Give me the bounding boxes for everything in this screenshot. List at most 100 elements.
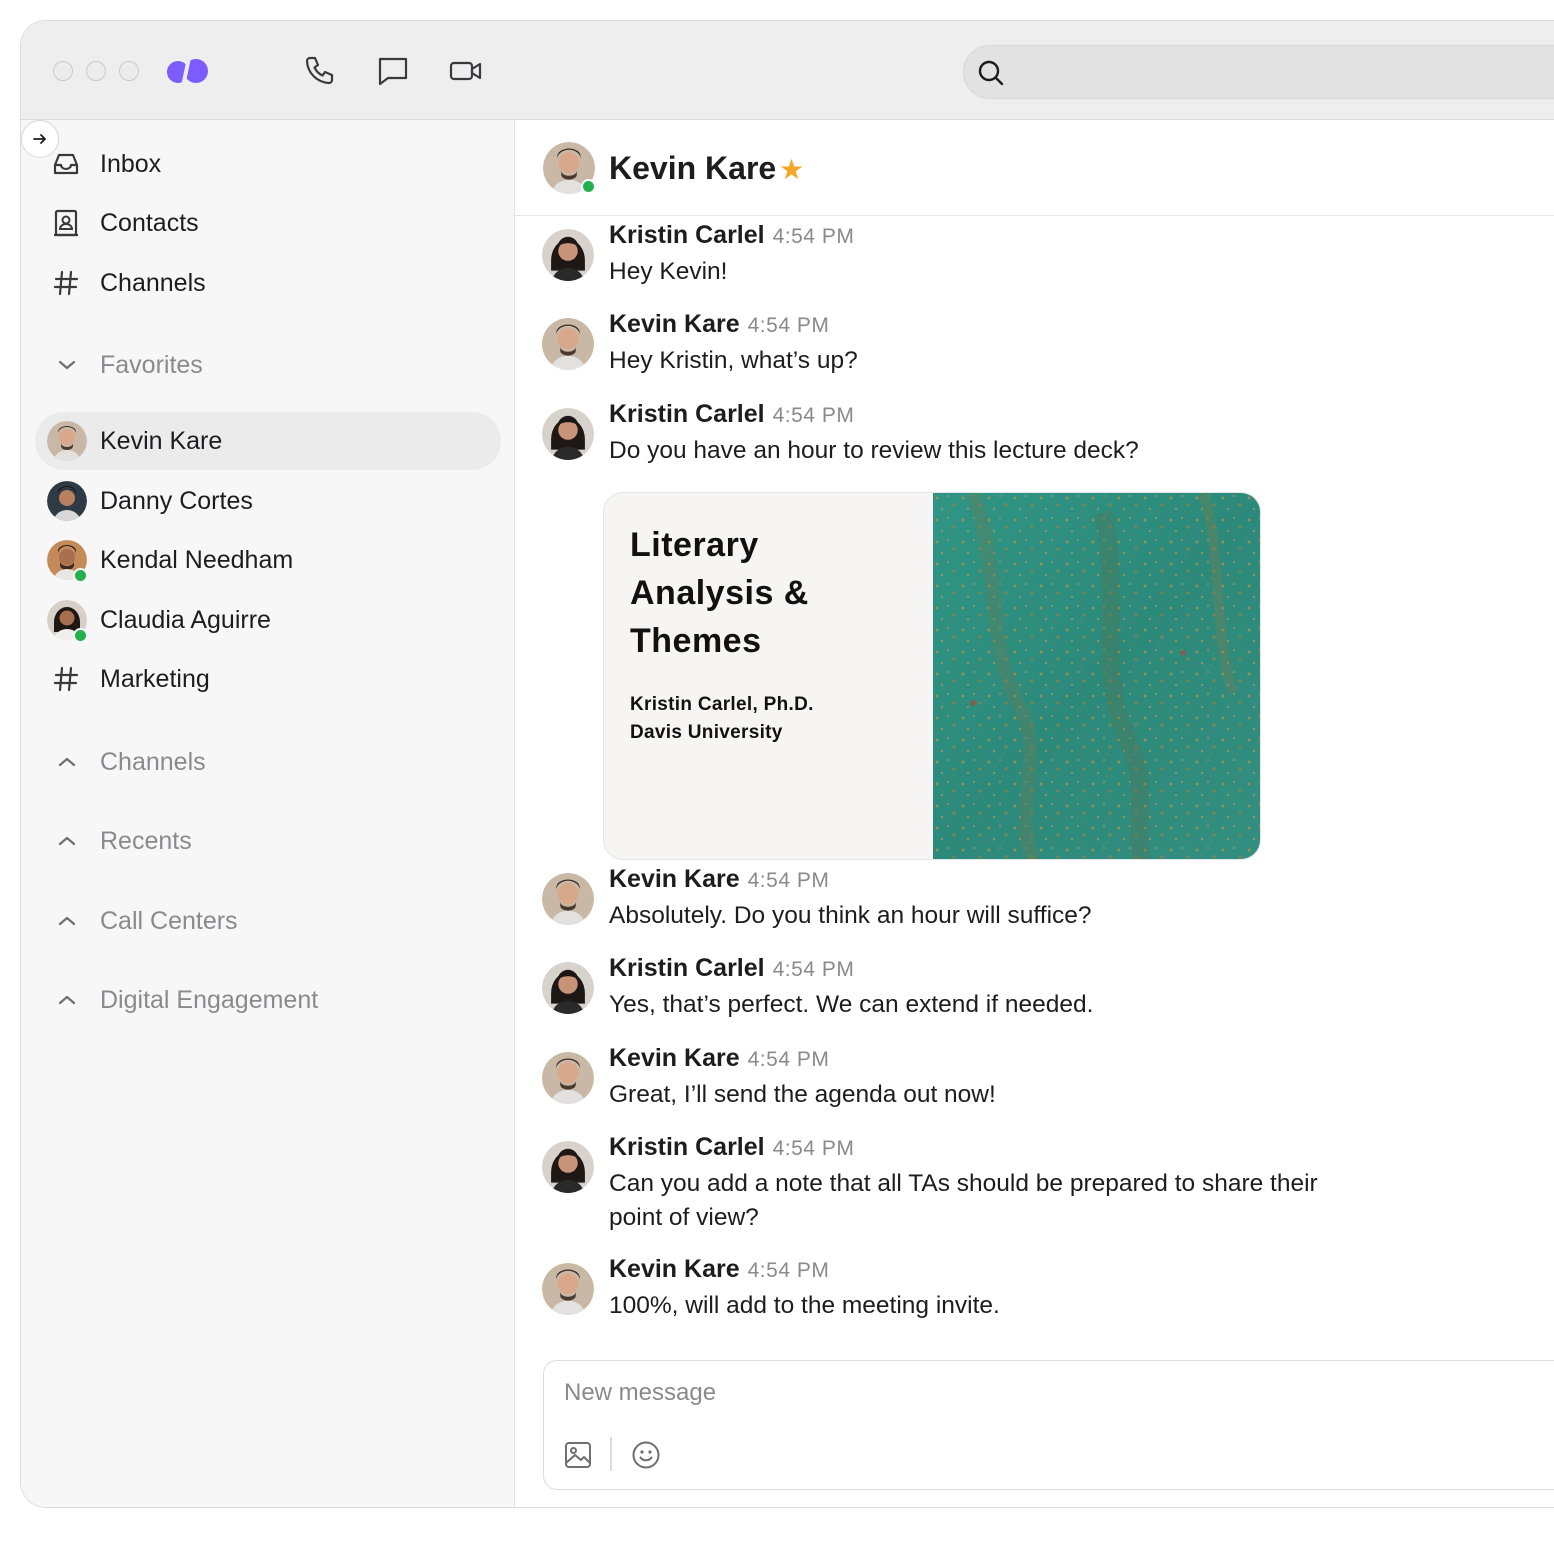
message-sender[interactable]: Kristin Carlel 4:54 PM (609, 400, 854, 429)
section-favorites-toggle[interactable]: Favorites (35, 336, 501, 394)
avatar (47, 481, 87, 521)
message-sender[interactable]: Kristin Carlel 4:54 PM (609, 221, 854, 250)
attachment-title-line: Themes (630, 622, 762, 660)
section-digital-engagement-toggle[interactable]: Digital Engagement (35, 971, 501, 1029)
sidebar-item-label: Kevin Kare (100, 426, 223, 455)
sender-name: Kristin Carlel (609, 1133, 765, 1161)
window-minimize-button[interactable] (86, 61, 106, 81)
sidebar-item-label: Marketing (100, 664, 210, 693)
search-bar[interactable] (963, 45, 1554, 99)
message-text-line: Do you have an hour to review this lectu… (609, 437, 1139, 464)
attachment-title: Literary Analysis & Themes (630, 521, 809, 665)
section-call-centers-toggle[interactable]: Call Centers (35, 892, 501, 950)
section-label: Digital Engagement (100, 985, 319, 1014)
message-text-line: Hey Kristin, what’s up? (609, 347, 858, 374)
message-text-line: 100%, will add to the meeting invite. (609, 1292, 1000, 1319)
message-sender[interactable]: Kristin Carlel 4:54 PM (609, 954, 854, 983)
sidebar-item-label: Channels (100, 268, 206, 297)
chevron-down-icon (58, 360, 76, 370)
message-timestamp: 4:54 PM (747, 1048, 830, 1071)
attachment-title-line: Literary (630, 526, 759, 564)
composer-divider (610, 1437, 612, 1471)
message-sender[interactable]: Kevin Kare 4:54 PM (609, 1255, 829, 1284)
online-status-indicator (581, 179, 596, 194)
window-zoom-button[interactable] (119, 61, 139, 81)
sidebar-item-claudia-aguirre[interactable]: Claudia Aguirre (35, 591, 501, 649)
attachment-card[interactable]: Literary Analysis & Themes Kristin Carle… (603, 492, 1261, 860)
sidebar-item-contacts[interactable]: Contacts (35, 194, 501, 252)
sender-name: Kevin Kare (609, 1044, 740, 1072)
message-sender[interactable]: Kristin Carlel 4:54 PM (609, 1133, 854, 1162)
sender-name: Kevin Kare (609, 310, 740, 338)
message-timestamp: 4:54 PM (772, 1137, 855, 1160)
sidebar-item-danny-cortes[interactable]: Danny Cortes (35, 472, 501, 530)
page-title: Kevin Kare (609, 150, 777, 186)
avatar[interactable] (542, 408, 594, 460)
message-text-line: Great, I’ll send the agenda out now! (609, 1081, 996, 1108)
message-timestamp: 4:54 PM (772, 225, 855, 248)
sidebar-item-label: Contacts (100, 208, 199, 237)
hash-icon (51, 664, 81, 694)
search-icon (978, 60, 1004, 86)
search-input[interactable] (1016, 46, 1554, 98)
section-label: Favorites (100, 350, 203, 379)
avatar[interactable] (542, 1141, 594, 1193)
message-text: Great, I’ll send the agenda out now! (609, 1078, 996, 1112)
avatar[interactable] (542, 318, 594, 370)
section-channels-toggle[interactable]: Channels (35, 733, 501, 791)
message-text-line: Absolutely. Do you think an hour will su… (609, 902, 1092, 929)
message-input[interactable] (564, 1375, 1464, 1411)
chevron-up-icon (58, 995, 76, 1005)
avatar[interactable] (542, 1263, 594, 1315)
chevron-up-icon (58, 757, 76, 767)
message-text-line: Hey Kevin! (609, 258, 728, 285)
attachment-author-line: Kristin Carlel, Ph.D. (630, 694, 814, 715)
message-composer (543, 1360, 1554, 1490)
message-text: Can you add a note that all TAs should b… (609, 1167, 1318, 1235)
phone-icon[interactable] (301, 53, 337, 89)
sidebar-item-marketing[interactable]: Marketing (35, 650, 501, 708)
star-icon[interactable]: ★ (779, 153, 804, 186)
message-text-line: Yes, that’s perfect. We can extend if ne… (609, 991, 1094, 1018)
message-timestamp: 4:54 PM (747, 869, 830, 892)
online-status-indicator (73, 628, 88, 643)
avatar[interactable] (542, 229, 594, 281)
attachment-title-line: Analysis & (630, 574, 809, 612)
avatar (47, 421, 87, 461)
sidebar-item-label: Inbox (100, 149, 162, 178)
message-sender[interactable]: Kevin Kare 4:54 PM (609, 1044, 829, 1073)
message-sender[interactable]: Kevin Kare 4:54 PM (609, 865, 829, 894)
sender-name: Kevin Kare (609, 865, 740, 893)
sender-name: Kristin Carlel (609, 221, 765, 249)
window-close-button[interactable] (53, 61, 73, 81)
conversation-pane: Kevin Kare ★ Kristin Carlel 4:54 PM Hey Ke… (515, 120, 1554, 1507)
contacts-icon (51, 208, 81, 238)
message-text: Hey Kevin! (609, 255, 727, 289)
message-text: Absolutely. Do you think an hour will su… (609, 899, 1092, 933)
sender-name: Kristin Carlel (609, 400, 765, 428)
sidebar-item-kevin-kare[interactable]: Kevin Kare (35, 412, 501, 470)
sidebar-item-label: Claudia Aguirre (100, 605, 271, 634)
message-text: Yes, that’s perfect. We can extend if ne… (609, 988, 1093, 1022)
sidebar-item-inbox[interactable]: Inbox (35, 135, 501, 193)
sidebar-item-kendal-needham[interactable]: Kendal Needham (35, 531, 501, 589)
chevron-up-icon (58, 916, 76, 926)
avatar[interactable] (542, 962, 594, 1014)
message-timestamp: 4:54 PM (747, 1259, 830, 1282)
message-sender[interactable]: Kevin Kare 4:54 PM (609, 310, 829, 339)
message-timestamp: 4:54 PM (772, 404, 855, 427)
sidebar-item-channels[interactable]: Channels (35, 254, 501, 312)
emoji-icon[interactable] (630, 1439, 662, 1471)
app-window: Inbox Contacts Channels Favorites Kevin … (20, 20, 1554, 1508)
attachment-author: Kristin Carlel, Ph.D. Davis University (630, 691, 814, 747)
video-icon[interactable] (448, 53, 484, 89)
section-label: Call Centers (100, 906, 238, 935)
message-icon[interactable] (375, 53, 411, 89)
image-attach-icon[interactable] (562, 1439, 594, 1471)
avatar[interactable] (542, 873, 594, 925)
section-recents-toggle[interactable]: Recents (35, 812, 501, 870)
message-timestamp: 4:54 PM (772, 958, 855, 981)
message-text-line: point of view? (609, 1204, 759, 1231)
sender-name: Kristin Carlel (609, 954, 765, 982)
avatar[interactable] (542, 1052, 594, 1104)
